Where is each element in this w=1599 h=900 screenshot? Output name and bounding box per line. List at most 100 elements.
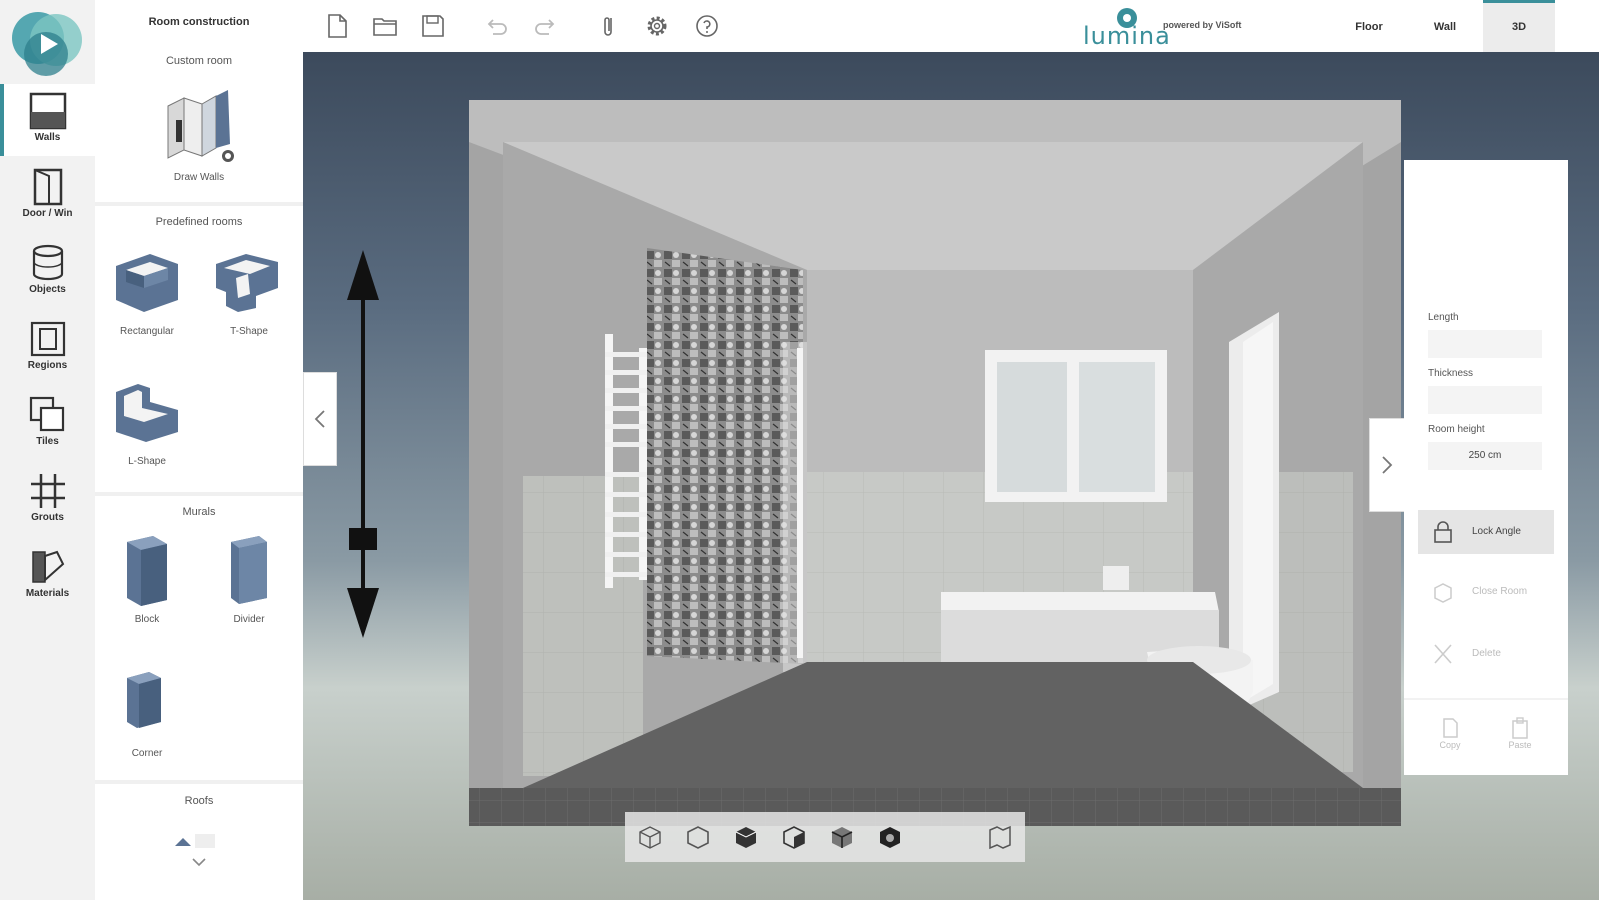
length-field[interactable] <box>1428 330 1542 358</box>
room-height-field[interactable]: 250 cm <box>1428 442 1542 470</box>
thickness-label: Thickness <box>1428 368 1474 379</box>
delete-x-icon <box>1434 644 1452 664</box>
app-logo <box>12 12 82 76</box>
t-shape-room-item[interactable]: T-Shape <box>199 248 299 337</box>
help-icon[interactable] <box>693 12 721 40</box>
properties-panel: Length Thickness Room height 250 cm Lock… <box>1404 160 1568 775</box>
chevron-right-icon <box>1382 456 1393 474</box>
view-toolbar <box>625 812 1025 862</box>
roofs-heading: Roofs <box>184 795 214 807</box>
height-dimension-arrow[interactable] <box>347 250 379 638</box>
thickness-field[interactable] <box>1428 386 1542 414</box>
brand-name: lumina <box>1083 22 1171 50</box>
paste-label: Paste <box>1508 740 1532 750</box>
predefined-rooms-heading: Predefined rooms <box>155 216 243 228</box>
block-mural-icon <box>127 536 167 606</box>
tiles-icon <box>29 396 64 432</box>
murals-heading: Murals <box>182 506 216 518</box>
objects-icon <box>32 244 63 281</box>
brand-powered-by: powered by ViSoft <box>1163 20 1242 30</box>
rectangular-label: Rectangular <box>120 326 174 337</box>
collapse-left-panel-button[interactable] <box>303 372 337 466</box>
cube-textured-icon[interactable] <box>829 824 855 850</box>
chevron-left-icon <box>314 410 325 428</box>
undo-icon[interactable] <box>483 12 511 40</box>
copy-button[interactable]: Copy <box>1420 716 1480 750</box>
cube-render-icon[interactable] <box>877 824 903 850</box>
walls-icon <box>29 92 66 130</box>
divider-label: Divider <box>233 614 265 625</box>
divider-mural-icon <box>231 536 267 604</box>
l-shape-room-icon <box>116 384 178 442</box>
window[interactable] <box>985 350 1167 502</box>
catalog-divider <box>95 492 303 496</box>
cube-solid-icon[interactable] <box>733 824 759 850</box>
close-room-icon <box>1434 583 1452 603</box>
rail-item-door-win[interactable]: Door / Win <box>0 160 95 232</box>
catalog-divider <box>95 202 303 206</box>
rail-label-regions: Regions <box>27 360 68 371</box>
door-window-icon <box>33 168 62 206</box>
tab-3d[interactable]: 3D <box>1483 0 1555 55</box>
l-shape-room-item[interactable]: L-Shape <box>97 378 197 467</box>
l-shape-label: L-Shape <box>128 456 166 467</box>
catalog-divider <box>95 780 303 784</box>
lock-angle-button[interactable]: Lock Angle <box>1418 510 1554 554</box>
rail-item-materials[interactable]: Materials <box>0 540 95 612</box>
lock-icon <box>1434 521 1452 543</box>
delete-button[interactable]: Delete <box>1418 632 1554 676</box>
corner-mural-item[interactable]: Corner <box>97 666 197 759</box>
rail-label-door-win: Door / Win <box>22 208 73 219</box>
close-room-button[interactable]: Close Room <box>1418 570 1554 614</box>
paste-button[interactable]: Paste <box>1490 716 1550 750</box>
t-shape-room-icon <box>216 254 278 312</box>
left-rail: Walls Door / Win Objects Regions Tiles G… <box>0 0 95 900</box>
walls-view-icon[interactable] <box>987 824 1013 850</box>
custom-room-heading: Custom room <box>165 55 233 67</box>
rectangular-room-icon <box>116 254 178 312</box>
settings-gear-icon[interactable] <box>643 12 671 40</box>
rail-label-grouts: Grouts <box>31 512 64 523</box>
catalog-title: Room construction <box>148 16 250 28</box>
rectangular-room-item[interactable]: Rectangular <box>97 248 197 337</box>
delete-label: Delete <box>1472 648 1501 659</box>
rail-label-tiles: Tiles <box>36 436 59 447</box>
block-mural-item[interactable]: Block <box>97 532 197 625</box>
tab-floor[interactable]: Floor <box>1333 0 1405 52</box>
collapse-right-panel-button[interactable] <box>1369 418 1405 512</box>
paste-icon <box>1512 717 1528 739</box>
materials-icon <box>31 550 64 583</box>
t-shape-label: T-Shape <box>230 326 268 337</box>
paperclip-icon[interactable] <box>595 12 623 40</box>
draw-walls-icon <box>167 90 234 162</box>
cube-half-icon[interactable] <box>781 824 807 850</box>
roof-icon[interactable] <box>173 826 225 852</box>
redo-icon[interactable] <box>531 12 559 40</box>
cube-outline-icon[interactable] <box>637 824 663 850</box>
rail-label-materials: Materials <box>25 588 70 599</box>
draw-walls-label: Draw Walls <box>173 172 225 183</box>
rail-item-walls[interactable]: Walls <box>0 84 95 156</box>
draw-walls-item[interactable]: Draw Walls <box>149 86 249 183</box>
block-label: Block <box>134 614 160 625</box>
new-file-icon[interactable] <box>323 12 351 40</box>
brand-logo: lumina powered by ViSoft <box>1083 4 1283 50</box>
rail-item-regions[interactable]: Regions <box>0 312 95 384</box>
divider-mural-item[interactable]: Divider <box>199 532 299 625</box>
rail-item-grouts[interactable]: Grouts <box>0 464 95 536</box>
rail-item-tiles[interactable]: Tiles <box>0 388 95 460</box>
catalog-panel: Room construction Custom room Draw Walls… <box>95 0 303 900</box>
grouts-icon <box>30 474 65 508</box>
save-icon[interactable] <box>419 12 447 40</box>
room-height-label: Room height <box>1428 424 1485 435</box>
rail-label-walls: Walls <box>34 132 61 143</box>
corner-label: Corner <box>131 748 163 759</box>
open-folder-icon[interactable] <box>371 12 399 40</box>
cube-wire-icon[interactable] <box>685 824 711 850</box>
chevron-down-icon[interactable] <box>191 856 207 868</box>
copy-icon <box>1443 718 1458 738</box>
rail-item-objects[interactable]: Objects <box>0 236 95 308</box>
tab-wall[interactable]: Wall <box>1409 0 1481 52</box>
length-label: Length <box>1428 312 1459 323</box>
rail-label-objects: Objects <box>29 284 66 295</box>
